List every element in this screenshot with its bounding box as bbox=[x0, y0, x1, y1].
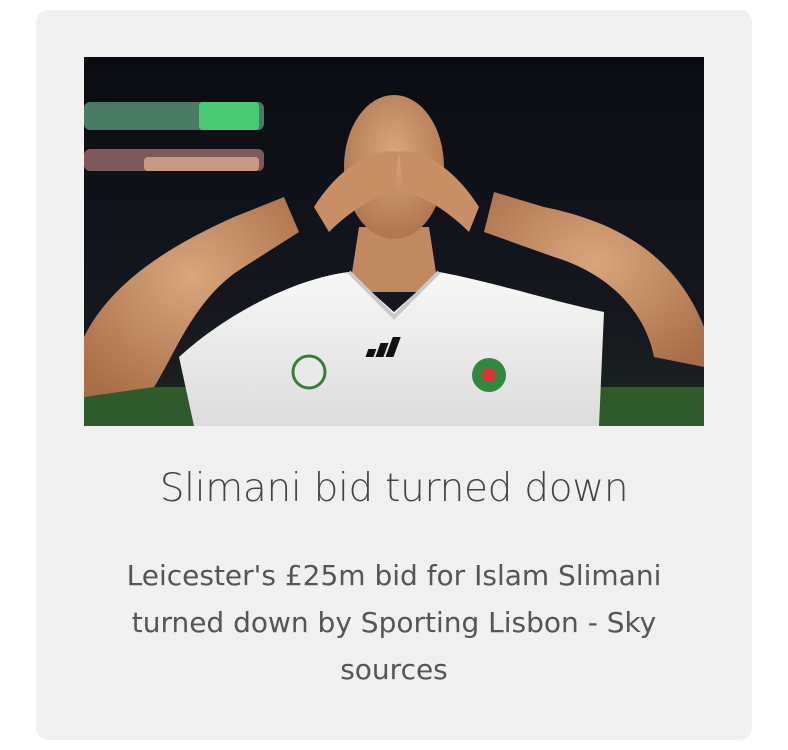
player-photo-illustration bbox=[84, 57, 704, 426]
article-summary: Leicester's £25m bid for Islam Slimani t… bbox=[126, 559, 662, 686]
article-headline[interactable]: Slimani bid turned down bbox=[36, 466, 752, 511]
article-card[interactable]: Slimani bid turned down Leicester's £25m… bbox=[36, 10, 752, 740]
article-image[interactable] bbox=[84, 57, 704, 426]
